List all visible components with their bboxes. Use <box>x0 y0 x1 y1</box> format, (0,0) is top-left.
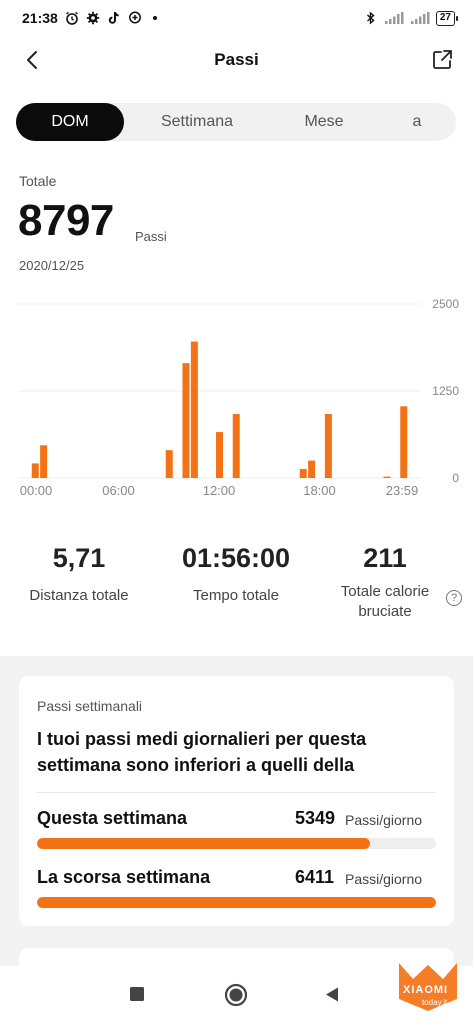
page-title: Passi <box>214 50 259 69</box>
chart-bar <box>400 406 408 478</box>
total-steps-unit: Passi <box>135 229 167 244</box>
chart-bar <box>324 413 332 478</box>
chevron-left-icon[interactable] <box>20 47 46 73</box>
alarm-icon <box>65 11 78 25</box>
stat-calories: 211 Totale calorie bruciate <box>326 543 444 622</box>
total-steps-value: 8797 <box>18 196 114 245</box>
this-week-label: Questa settimana <box>37 808 188 828</box>
weekly-card[interactable]: Passi settimanali I tuoi passi medi gior… <box>19 676 454 926</box>
selected-date: 2020/12/25 <box>19 258 85 273</box>
last-week-unit: Passi/giorno <box>345 871 423 887</box>
chart-bar <box>40 445 48 478</box>
clock: 21:38 <box>22 10 58 26</box>
this-week-value: 5349 <box>295 808 336 828</box>
tiktok-icon <box>108 12 119 24</box>
chart-bar <box>190 341 198 478</box>
x-tick-label: 18:00 <box>303 483 336 498</box>
back-button[interactable] <box>324 986 340 1003</box>
last-week-progress <box>37 897 436 908</box>
last-week-label: La scorsa settimana <box>37 867 211 887</box>
stat-distance-value: 5,71 <box>52 543 106 573</box>
x-tick-label: 06:00 <box>102 483 135 498</box>
chart-bar <box>308 460 316 478</box>
status-bar: 21:38 27 <box>0 0 473 36</box>
watermark-brand: XIAOMI <box>403 984 449 996</box>
home-button[interactable] <box>224 983 248 1007</box>
last-week-value: 6411 <box>295 867 335 887</box>
y-tick-label: 0 <box>452 471 459 485</box>
bluetooth-icon <box>366 11 375 25</box>
chart-bar <box>182 363 190 478</box>
chart-bar <box>216 432 223 478</box>
signal-icon-2 <box>410 12 430 24</box>
stat-time: 01:56:00 Tempo totale <box>166 543 306 606</box>
weekly-card-message: I tuoi passi medi giornalieri per questa… <box>37 729 367 775</box>
stat-distance-label: Distanza totale <box>29 587 129 604</box>
total-label: Totale <box>19 173 57 189</box>
recents-button[interactable] <box>129 986 145 1002</box>
header: Passi <box>0 38 473 82</box>
notification-dot <box>152 16 157 20</box>
y-tick-label: 2500 <box>432 297 459 311</box>
period-tabs: DOM Settimana Mese a <box>16 103 456 141</box>
share-export-icon[interactable] <box>429 47 455 73</box>
last-week-progress-fill <box>37 897 436 908</box>
this-week-progress <box>37 838 436 849</box>
chart-bar <box>232 413 240 478</box>
steps-bar-chart[interactable]: 2500 1250 0 00:00 06:00 12:00 18:00 23:59 <box>0 292 473 512</box>
tab-month[interactable]: Mese <box>270 103 378 141</box>
stat-time-label: Tempo totale <box>193 587 279 604</box>
stat-calories-label: Totale calorie bruciate <box>340 583 430 620</box>
divider <box>37 792 436 793</box>
x-tick-label: 12:00 <box>203 483 236 498</box>
tab-day[interactable]: DOM <box>16 103 124 141</box>
watermark-sub: today.it <box>422 998 448 1007</box>
chart-bar <box>383 476 391 478</box>
x-tick-label: 23:59 <box>386 483 419 498</box>
help-icon[interactable]: ? <box>446 590 462 606</box>
gear-icon <box>86 11 100 25</box>
stat-calories-value: 211 <box>363 543 407 573</box>
stat-distance: 5,71 Distanza totale <box>10 543 148 606</box>
signal-icon <box>384 12 404 24</box>
chart-bar <box>299 468 307 478</box>
weekly-card-title: Passi settimanali <box>37 698 143 714</box>
tab-year[interactable]: a <box>378 103 456 141</box>
stat-time-value: 01:56:00 <box>181 543 291 573</box>
location-plus-icon <box>128 11 141 24</box>
this-week-unit: Passi/giorno <box>345 812 423 828</box>
chart-bar <box>31 463 39 478</box>
y-tick-label: 1250 <box>432 384 459 398</box>
this-week-progress-fill <box>37 838 370 849</box>
battery-icon: 27 <box>435 10 459 26</box>
tab-week[interactable]: Settimana <box>124 103 270 141</box>
chart-bar <box>165 450 173 478</box>
x-tick-label: 00:00 <box>20 483 53 498</box>
